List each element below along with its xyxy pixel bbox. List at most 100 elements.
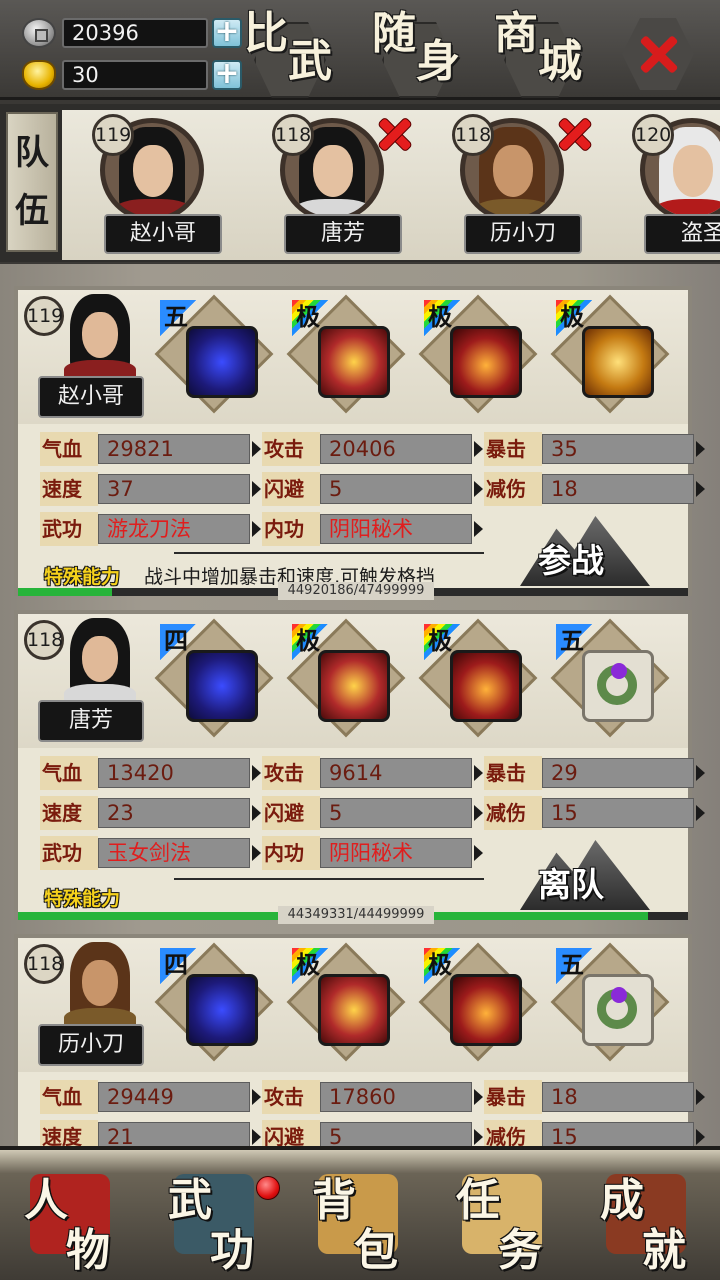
- ring-icon: [582, 650, 654, 722]
- armor-icon: [318, 326, 390, 398]
- silver-currency: 20396 +: [22, 16, 242, 50]
- nav-martial-arts[interactable]: 武 功: [144, 1156, 288, 1280]
- shop-button[interactable]: 商 城: [490, 10, 600, 98]
- grade-badge: 极: [424, 624, 460, 660]
- stat-speed: 速度 23: [40, 796, 261, 830]
- level-badge: 120: [632, 114, 674, 156]
- stat-dodge: 闪避 5: [262, 472, 483, 506]
- stat-crit: 暴击 35: [484, 432, 705, 466]
- grade-badge: 极: [556, 300, 592, 336]
- exp-text: 44920186/47499999: [278, 582, 434, 600]
- grade-badge: 极: [292, 948, 328, 984]
- equip-slot-ring[interactable]: 五: [550, 942, 670, 1062]
- remove-member-icon[interactable]: [374, 114, 414, 154]
- member-name: 历小刀: [464, 214, 582, 254]
- join-battle-button[interactable]: 参战: [520, 516, 650, 586]
- boots-icon: [450, 974, 522, 1046]
- equip-slot-weapon[interactable]: 四: [154, 942, 274, 1062]
- close-button[interactable]: [622, 18, 694, 90]
- member-name: 唐芳: [284, 214, 402, 254]
- stat-crit: 暴击 18: [484, 1080, 705, 1114]
- armor-icon: [318, 974, 390, 1046]
- hero-card: 119 赵小哥 五 极 极 极 气血 29821 攻击 20406 暴击 35: [14, 286, 705, 600]
- exp-text: 44349331/44499999: [278, 906, 434, 924]
- ring-icon: [582, 974, 654, 1046]
- grade-badge: 五: [556, 948, 592, 984]
- add-silver-button[interactable]: +: [212, 17, 242, 48]
- equip-slot-weapon[interactable]: 四: [154, 618, 274, 738]
- team-member-li[interactable]: 118 历小刀: [436, 110, 586, 260]
- grade-badge: 极: [292, 624, 328, 660]
- stat-hp: 气血 29449: [40, 1080, 261, 1114]
- stat-inner-skill[interactable]: 内功 阴阳秘术: [262, 512, 483, 546]
- silver-amount: 20396: [62, 18, 208, 48]
- stat-dodge: 闪避 5: [262, 796, 483, 830]
- nav-backpack[interactable]: 背 包: [288, 1156, 432, 1280]
- gold-ingot-icon: [22, 60, 56, 90]
- equip-slot-armor[interactable]: 极: [286, 294, 406, 414]
- team-member-zhao[interactable]: 119 赵小哥: [76, 110, 226, 260]
- stat-martial-art[interactable]: 武功 玉女剑法: [40, 836, 261, 870]
- equip-slot-boots[interactable]: 极: [418, 942, 538, 1062]
- gold-currency: 30 +: [22, 58, 242, 92]
- remove-member-icon[interactable]: [554, 114, 594, 154]
- armor-icon: [318, 650, 390, 722]
- equip-slot-ring[interactable]: 五: [550, 618, 670, 738]
- boots-icon: [450, 326, 522, 398]
- grade-badge: 五: [160, 300, 196, 336]
- team-label: 队 伍: [6, 112, 58, 252]
- top-bar: 20396 + 30 + 比 武 随 身 商 城: [0, 0, 720, 100]
- grade-badge: 极: [424, 300, 460, 336]
- nav-achievements[interactable]: 成 就: [576, 1156, 720, 1280]
- silver-coin-icon: [22, 18, 56, 48]
- special-ability-label: 特殊能力: [44, 566, 121, 588]
- hero-card: 118 唐芳 四 极 极 五 气血 13420 攻击 9614 暴击 29 速度…: [14, 610, 705, 924]
- nav-character[interactable]: 人 物: [0, 1156, 144, 1280]
- weapon-icon: [186, 326, 258, 398]
- weapon-icon: [186, 974, 258, 1046]
- hero-portrait: [54, 618, 146, 708]
- carry-button[interactable]: 随 身: [368, 10, 478, 98]
- equip-slot-armor[interactable]: 极: [286, 942, 406, 1062]
- hero-card: 118 历小刀 四 极 极 五 气血 29449 攻击 17860 暴击 18: [14, 934, 705, 1146]
- stat-attack: 攻击 9614: [262, 756, 483, 790]
- stat-crit: 暴击 29: [484, 756, 705, 790]
- team-bar: 队 伍 119 赵小哥 118 唐芳 118 历小刀 120 盗圣: [0, 104, 720, 262]
- hero-name: 历小刀: [38, 1024, 144, 1066]
- team-member-tang[interactable]: 118 唐芳: [256, 110, 406, 260]
- weapon-icon: [186, 650, 258, 722]
- member-name: 盗圣: [644, 214, 720, 254]
- hero-name: 赵小哥: [38, 376, 144, 418]
- grade-badge: 四: [160, 948, 196, 984]
- grade-badge: 极: [292, 300, 328, 336]
- stat-damage-reduction: 减伤 15: [484, 796, 705, 830]
- equip-slot-boots[interactable]: 极: [418, 618, 538, 738]
- level-badge: 118: [24, 620, 64, 660]
- stat-speed: 速度 37: [40, 472, 261, 506]
- level-badge: 119: [92, 114, 134, 156]
- hero-name: 唐芳: [38, 700, 144, 742]
- equip-slot-boots[interactable]: 极: [418, 294, 538, 414]
- equip-slot-armor[interactable]: 极: [286, 618, 406, 738]
- stat-attack: 攻击 17860: [262, 1080, 483, 1114]
- hero-portrait: [54, 942, 146, 1032]
- amulet-icon: [582, 326, 654, 398]
- arena-button[interactable]: 比 武: [240, 10, 350, 98]
- stat-martial-art[interactable]: 武功 游龙刀法: [40, 512, 261, 546]
- stat-inner-skill[interactable]: 内功 阴阳秘术: [262, 836, 483, 870]
- stat-attack: 攻击 20406: [262, 432, 483, 466]
- stat-dodge: 闪避 5: [262, 1120, 483, 1146]
- stat-damage-reduction: 减伤 15: [484, 1120, 705, 1146]
- stat-hp: 气血 13420: [40, 756, 261, 790]
- team-strip[interactable]: 119 赵小哥 118 唐芳 118 历小刀 120 盗圣: [62, 110, 720, 260]
- equip-slot-weapon[interactable]: 五: [154, 294, 274, 414]
- nav-quests[interactable]: 任 务: [432, 1156, 576, 1280]
- team-member-daosheng[interactable]: 120 盗圣: [616, 110, 720, 260]
- hero-list[interactable]: 119 赵小哥 五 极 极 极 气血 29821 攻击 20406 暴击 35: [0, 264, 720, 1146]
- level-badge: 118: [452, 114, 494, 156]
- bottom-nav: 人 物 武 功 背 包 任 务 成 就: [0, 1146, 720, 1280]
- special-ability-label: 特殊能力: [44, 888, 121, 910]
- add-gold-button[interactable]: +: [212, 59, 242, 90]
- equip-slot-amulet[interactable]: 极: [550, 294, 670, 414]
- leave-team-button[interactable]: 离队: [520, 840, 650, 910]
